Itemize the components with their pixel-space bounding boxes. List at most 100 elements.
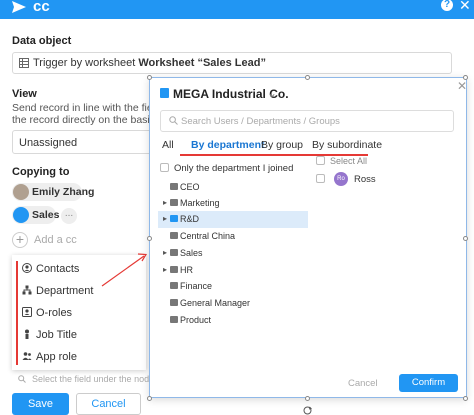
folder-icon	[170, 282, 178, 289]
tab-by-subordinate[interactable]: By subordinate	[312, 139, 382, 151]
building-icon	[160, 88, 169, 98]
tab-by-group[interactable]: By group	[261, 139, 303, 151]
department-name: Marketing	[180, 198, 220, 208]
data-object-field[interactable]: Trigger by worksheet Worksheet “Sales Le…	[12, 52, 452, 74]
more-icon[interactable]: ...	[61, 208, 77, 224]
picker-search-input[interactable]: Search Users / Departments / Groups	[160, 110, 454, 132]
cancel-button[interactable]: Cancel	[76, 393, 141, 415]
add-cc-label: Add a cc	[34, 234, 77, 246]
department-name: Finance	[180, 281, 213, 291]
rotate-handle-icon[interactable]	[303, 406, 312, 415]
tab-all[interactable]: All	[162, 139, 174, 151]
menu-item-label: Contacts	[36, 263, 80, 275]
member-checkbox[interactable]	[316, 174, 325, 183]
annotation-line	[16, 261, 18, 365]
folder-icon	[170, 199, 178, 206]
select-all-checkbox[interactable]	[316, 156, 325, 165]
department-row[interactable]: General Manager	[158, 295, 308, 312]
resize-handle[interactable]	[305, 396, 310, 401]
folder-icon	[170, 215, 178, 222]
department-name: General Manager	[180, 298, 251, 308]
save-button[interactable]: Save	[12, 393, 69, 415]
view-label: View	[12, 88, 37, 100]
department-name: HR	[180, 265, 193, 275]
resize-handle[interactable]	[147, 75, 152, 80]
folder-icon	[170, 316, 178, 323]
tab-label: By department	[191, 139, 265, 151]
resize-handle[interactable]	[147, 236, 152, 241]
department-row[interactable]: ▸ Sales	[158, 245, 308, 262]
folder-icon	[170, 299, 178, 306]
menu-item-label: O-roles	[36, 307, 73, 319]
department-name: Product	[180, 315, 212, 325]
contacts-icon	[22, 263, 32, 273]
resize-handle[interactable]	[147, 396, 152, 401]
annotation-arrow	[101, 253, 148, 287]
department-row[interactable]: ▸ HR	[158, 262, 308, 279]
department-row[interactable]: ▸ R&D	[158, 211, 308, 228]
member-name: Ross	[354, 174, 376, 185]
cc-chip-sales[interactable]: Sales	[12, 206, 60, 224]
resize-handle[interactable]	[463, 396, 468, 401]
data-object-prefix: Trigger by worksheet	[33, 57, 136, 69]
avatar	[13, 184, 29, 200]
folder-icon	[170, 232, 178, 239]
only-my-department-checkbox[interactable]	[160, 163, 169, 172]
menu-item-label: Department	[36, 285, 94, 297]
expand-caret-icon[interactable]: ▸	[163, 265, 167, 274]
department-icon	[22, 285, 32, 295]
copying-to-label: Copying to	[12, 166, 70, 178]
plus-icon: +	[12, 232, 28, 248]
search-icon	[169, 116, 178, 125]
help-icon[interactable]: ?	[441, 0, 453, 11]
expand-caret-icon[interactable]: ▸	[163, 214, 167, 223]
assignee-value: Unassigned	[19, 137, 78, 149]
tab-by-department[interactable]: By department	[191, 139, 265, 156]
page-title: cc	[33, 0, 50, 15]
resize-handle[interactable]	[463, 75, 468, 80]
department-row[interactable]: CEO	[158, 179, 308, 196]
folder-icon	[170, 183, 178, 190]
department-row[interactable]: ▸ Marketing	[158, 195, 308, 212]
close-icon[interactable]: ✕	[459, 0, 471, 14]
folder-icon	[170, 266, 178, 273]
select-field-input[interactable]: Select the field under the node ob	[12, 372, 167, 388]
confirm-button[interactable]: Confirm	[399, 374, 458, 392]
resize-handle[interactable]	[463, 236, 468, 241]
worksheet-icon	[19, 58, 29, 68]
top-bar: cc ? ✕	[0, 0, 474, 19]
close-icon[interactable]: ✕	[457, 79, 467, 93]
cc-chip-emily-zhang[interactable]: Emily Zhang	[12, 183, 94, 201]
cc-chip-label: Sales	[32, 209, 60, 221]
org-roles-icon	[22, 307, 32, 317]
chevron-down-icon: ⌄	[267, 86, 278, 100]
assignee-select[interactable]: Unassigned	[12, 130, 152, 154]
expand-caret-icon[interactable]: ▸	[163, 248, 167, 257]
folder-icon	[170, 249, 178, 256]
worksheet-name: Worksheet “Sales Lead”	[138, 57, 266, 69]
department-name: Central China	[180, 231, 236, 241]
app-role-icon	[22, 352, 32, 360]
search-placeholder: Search Users / Departments / Groups	[181, 116, 340, 127]
search-icon	[18, 375, 26, 383]
department-picker-dialog: ✕ MEGA Industrial Co. ⌄ Search Users / D…	[149, 77, 467, 398]
job-title-icon	[25, 329, 29, 339]
only-my-department-label: Only the department I joined	[174, 163, 294, 174]
select-all-label: Select All	[330, 156, 368, 166]
data-object-label: Data object	[12, 35, 72, 47]
avatar: Ro	[334, 172, 348, 186]
expand-caret-icon[interactable]: ▸	[163, 198, 167, 207]
department-name: CEO	[180, 182, 200, 192]
cc-chip-label: Emily Zhang	[32, 186, 95, 198]
resize-handle[interactable]	[305, 75, 310, 80]
department-row[interactable]: Product	[158, 312, 308, 329]
department-row[interactable]: Central China	[158, 228, 308, 245]
select-field-placeholder: Select the field under the node ob	[32, 374, 167, 384]
menu-item-label: Job Title	[36, 329, 77, 341]
department-name: R&D	[180, 214, 200, 224]
department-name: Sales	[180, 248, 203, 258]
menu-item-label: App role	[36, 351, 77, 363]
send-icon	[12, 1, 26, 13]
department-row[interactable]: Finance	[158, 278, 308, 295]
picker-cancel-button[interactable]: Cancel	[348, 378, 378, 389]
